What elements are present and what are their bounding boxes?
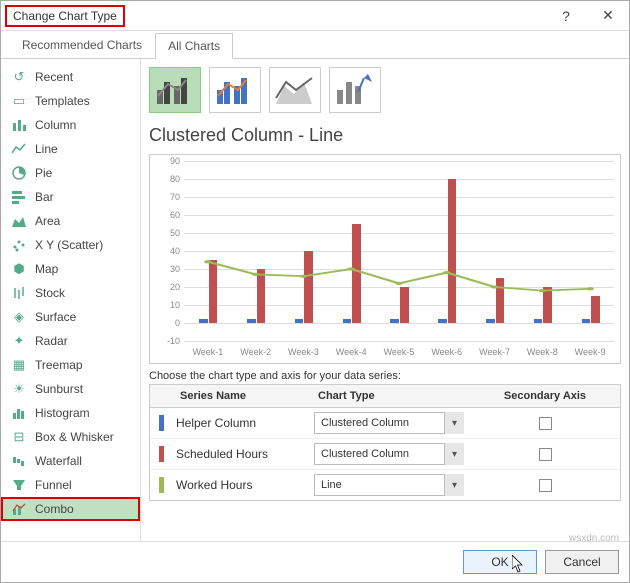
sidebar-item-label: Line: [35, 142, 58, 156]
series-header-name: Series Name: [172, 385, 310, 407]
tab-recommended[interactable]: Recommended Charts: [9, 32, 155, 58]
sidebar-item-label: Stock: [35, 286, 65, 300]
sunburst-icon: ☀: [11, 381, 27, 397]
series-row: Worked HoursLine▾: [150, 470, 620, 500]
radar-icon: ✦: [11, 333, 27, 349]
sidebar-item-label: Bar: [35, 190, 54, 204]
combo-icon: [11, 501, 27, 517]
sidebar-item-funnel[interactable]: Funnel: [1, 473, 140, 497]
sidebar-item-label: Column: [35, 118, 76, 132]
chart-type-select[interactable]: Clustered Column▾: [314, 443, 464, 465]
sidebar-item-surface[interactable]: ◈ Surface: [1, 305, 140, 329]
templates-icon: ▭: [11, 93, 27, 109]
bar-icon: [11, 189, 27, 205]
sidebar-item-area[interactable]: Area: [1, 209, 140, 233]
boxwhisker-icon: ⊟: [11, 429, 27, 445]
sidebar-item-label: Box & Whisker: [35, 430, 114, 444]
chart-subtype-title: Clustered Column - Line: [149, 125, 621, 146]
sidebar-item-scatter[interactable]: X Y (Scatter): [1, 233, 140, 257]
chevron-down-icon: ▾: [444, 474, 464, 496]
chevron-down-icon: ▾: [444, 443, 464, 465]
series-header-secondary: Secondary Axis: [470, 385, 620, 407]
combo-subtype-row: [149, 67, 621, 113]
sidebar-item-combo[interactable]: Combo: [1, 497, 140, 521]
funnel-icon: [11, 477, 27, 493]
sidebar-item-label: Histogram: [35, 406, 90, 420]
treemap-icon: ▦: [11, 357, 27, 373]
series-row: Scheduled HoursClustered Column▾: [150, 439, 620, 470]
chart-preview: -100102030405060708090Week-1Week-2Week-3…: [149, 154, 621, 364]
watermark: wsxdn.com: [569, 533, 619, 544]
surface-icon: ◈: [11, 309, 27, 325]
sidebar-item-label: Sunburst: [35, 382, 83, 396]
series-table: Series Name Chart Type Secondary Axis He…: [149, 384, 621, 501]
stock-icon: [11, 285, 27, 301]
scatter-icon: [11, 237, 27, 253]
sidebar-item-label: Waterfall: [35, 454, 82, 468]
sidebar-item-label: Recent: [35, 70, 73, 84]
dialog-title: Change Chart Type: [5, 5, 125, 27]
series-swatch: [159, 446, 164, 462]
help-button[interactable]: ?: [545, 2, 587, 30]
tab-all-charts[interactable]: All Charts: [155, 33, 233, 59]
chevron-down-icon: ▾: [444, 412, 464, 434]
sidebar-item-pie[interactable]: Pie: [1, 161, 140, 185]
column-icon: [11, 117, 27, 133]
map-icon: ⬢: [11, 261, 27, 277]
sidebar-item-waterfall[interactable]: Waterfall: [1, 449, 140, 473]
series-name: Worked Hours: [172, 472, 310, 498]
sidebar-item-label: Combo: [35, 502, 74, 516]
sidebar-item-histogram[interactable]: Histogram: [1, 401, 140, 425]
sidebar-item-templates[interactable]: ▭ Templates: [1, 89, 140, 113]
chart-type-sidebar: ↺ Recent ▭ Templates Column Line Pie Bar A…: [1, 59, 141, 541]
secondary-axis-checkbox[interactable]: [539, 448, 552, 461]
sidebar-item-label: Radar: [35, 334, 68, 348]
chart-type-select[interactable]: Line▾: [314, 474, 464, 496]
waterfall-icon: [11, 453, 27, 469]
sidebar-item-label: Treemap: [35, 358, 83, 372]
series-header-type: Chart Type: [310, 385, 470, 407]
pie-icon: [11, 165, 27, 181]
sidebar-item-label: Funnel: [35, 478, 72, 492]
sidebar-item-column[interactable]: Column: [1, 113, 140, 137]
close-button[interactable]: ✕: [587, 2, 629, 30]
sidebar-item-map[interactable]: ⬢ Map: [1, 257, 140, 281]
sidebar-item-line[interactable]: Line: [1, 137, 140, 161]
series-row: Helper ColumnClustered Column▾: [150, 408, 620, 439]
cancel-button[interactable]: Cancel: [545, 550, 619, 574]
histogram-icon: [11, 405, 27, 421]
sidebar-item-stock[interactable]: Stock: [1, 281, 140, 305]
sidebar-item-label: Map: [35, 262, 58, 276]
series-instruction: Choose the chart type and axis for your …: [149, 370, 621, 382]
sidebar-item-label: Area: [35, 214, 60, 228]
sidebar-item-label: Templates: [35, 94, 90, 108]
series-swatch: [159, 477, 164, 493]
subtype-custom-combo[interactable]: [329, 67, 381, 113]
secondary-axis-checkbox[interactable]: [539, 417, 552, 430]
ok-button[interactable]: OK: [463, 550, 537, 574]
subtype-clustered-column-line[interactable]: [149, 67, 201, 113]
sidebar-item-boxwhisker[interactable]: ⊟ Box & Whisker: [1, 425, 140, 449]
chart-type-select[interactable]: Clustered Column▾: [314, 412, 464, 434]
subtype-clustered-column-line-secondary[interactable]: [209, 67, 261, 113]
line-icon: [11, 141, 27, 157]
cancel-button-label: Cancel: [563, 555, 600, 569]
series-name: Helper Column: [172, 410, 310, 436]
series-name: Scheduled Hours: [172, 441, 310, 467]
sidebar-item-label: X Y (Scatter): [35, 238, 103, 252]
sidebar-item-treemap[interactable]: ▦ Treemap: [1, 353, 140, 377]
area-icon: [11, 213, 27, 229]
sidebar-item-label: Surface: [35, 310, 76, 324]
ok-button-label: OK: [491, 555, 508, 569]
sidebar-item-recent[interactable]: ↺ Recent: [1, 65, 140, 89]
series-swatch: [159, 415, 164, 431]
sidebar-item-bar[interactable]: Bar: [1, 185, 140, 209]
sidebar-item-radar[interactable]: ✦ Radar: [1, 329, 140, 353]
recent-icon: ↺: [11, 69, 27, 85]
sidebar-item-sunburst[interactable]: ☀ Sunburst: [1, 377, 140, 401]
sidebar-item-label: Pie: [35, 166, 52, 180]
secondary-axis-checkbox[interactable]: [539, 479, 552, 492]
subtype-stacked-area-column[interactable]: [269, 67, 321, 113]
